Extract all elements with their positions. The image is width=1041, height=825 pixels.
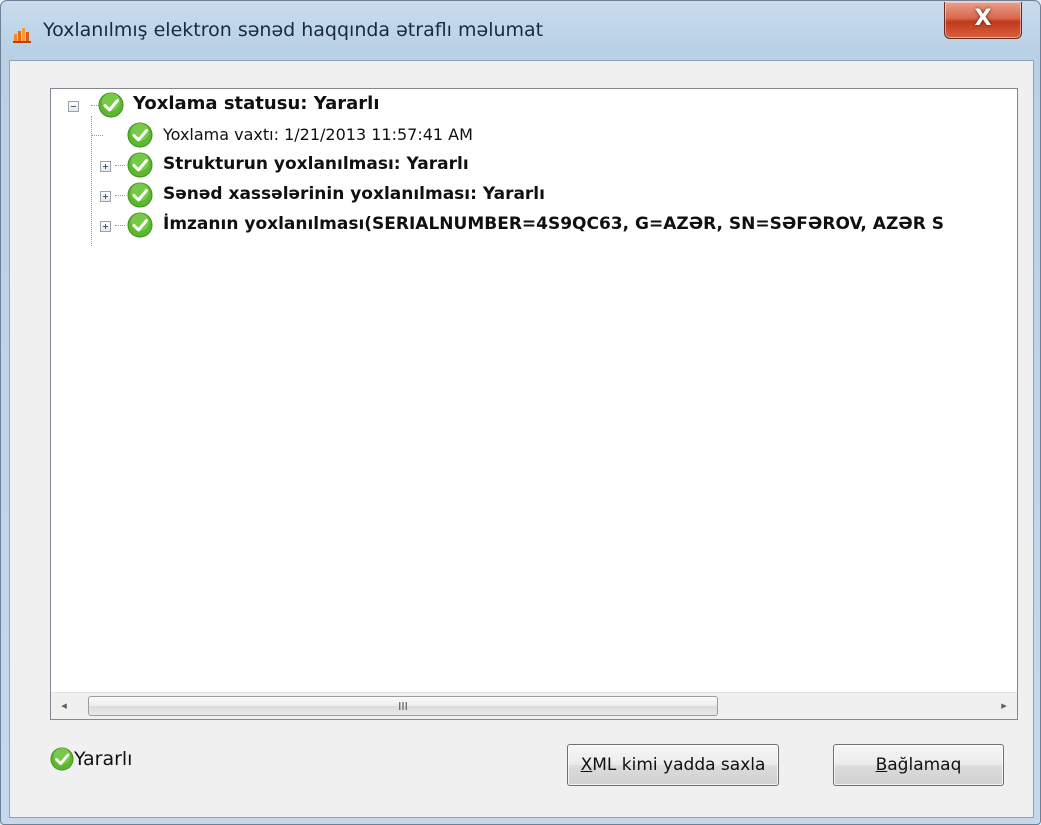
save-as-xml-button[interactable]: XML kimi yadda saxla xyxy=(567,744,779,786)
close-window-button[interactable]: X xyxy=(944,2,1022,39)
grip-icon: III xyxy=(398,700,408,713)
tree-node-time[interactable]: Yoxlama vaxtı: 1/21/2013 11:57:41 AM xyxy=(51,121,1011,151)
tree-node-structure[interactable]: Strukturun yoxlanılması: Yararlı xyxy=(51,151,1011,181)
check-circle-icon xyxy=(127,212,153,238)
check-circle-icon xyxy=(98,92,124,118)
tree-node-status[interactable]: Yoxlama statusu: Yararlı xyxy=(51,91,1011,121)
tree-node-properties[interactable]: Sənəd xassələrinin yoxlanılması: Yararlı xyxy=(51,181,1011,211)
tree-node-signature[interactable]: İmzanın yoxlanılması(SERIALNUMBER=4S9QC6… xyxy=(51,211,1017,241)
expand-icon[interactable] xyxy=(100,221,111,232)
scroll-right-icon[interactable]: ▸ xyxy=(991,693,1017,719)
title-bar[interactable]: Yoxlanılmış elektron sənəd haqqında ətra… xyxy=(1,1,1040,61)
scrollbar-thumb[interactable]: III xyxy=(88,696,718,716)
app-icon xyxy=(13,28,31,43)
window-title: Yoxlanılmış elektron sənəd haqqında ətra… xyxy=(43,19,544,41)
mnemonic-x: X xyxy=(580,755,593,775)
dialog-window: Yoxlanılmış elektron sənəd haqqında ətra… xyxy=(0,0,1041,825)
tree-node-label: Strukturun yoxlanılması: Yararlı xyxy=(163,154,469,174)
tree-node-label: İmzanın yoxlanılması(SERIALNUMBER=4S9QC6… xyxy=(163,214,944,234)
tree-content: Yoxlama statusu: Yararlı Yoxlama vaxtı: … xyxy=(51,89,1017,693)
tree-node-label: Yoxlama statusu: Yararlı xyxy=(133,93,380,114)
expand-icon[interactable] xyxy=(100,191,111,202)
close-icon: X xyxy=(974,6,992,31)
check-circle-icon xyxy=(127,152,153,178)
verification-tree[interactable]: Yoxlama statusu: Yararlı Yoxlama vaxtı: … xyxy=(50,88,1018,720)
close-button[interactable]: Bağlamaq xyxy=(833,744,1004,786)
scroll-left-icon[interactable]: ◂ xyxy=(51,693,77,719)
expand-icon[interactable] xyxy=(100,161,111,172)
tree-node-label: Sənəd xassələrinin yoxlanılması: Yararlı xyxy=(163,184,545,204)
tree-node-label: Yoxlama vaxtı: 1/21/2013 11:57:41 AM xyxy=(163,125,473,144)
check-circle-icon xyxy=(127,122,153,148)
mnemonic-b: B xyxy=(875,755,888,775)
collapse-icon[interactable] xyxy=(68,101,79,112)
horizontal-scrollbar[interactable]: ◂ III ▸ xyxy=(51,692,1017,719)
check-circle-icon xyxy=(50,747,74,771)
button-label: ağlamaq xyxy=(887,755,962,775)
button-label: ML kimi yadda saxla xyxy=(592,755,766,775)
check-circle-icon xyxy=(127,182,153,208)
status-label: Yararlı xyxy=(74,748,133,770)
dialog-client-area: Yoxlama statusu: Yararlı Yoxlama vaxtı: … xyxy=(9,60,1034,818)
